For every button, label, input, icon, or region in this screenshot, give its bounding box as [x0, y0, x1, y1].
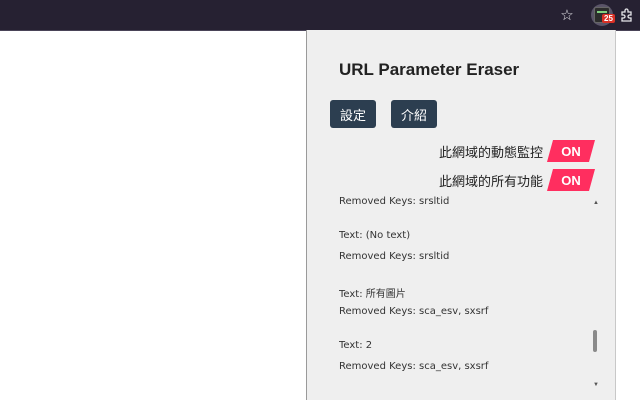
about-button[interactable]: 介紹 [391, 100, 437, 128]
log-scrollbar[interactable]: ▲ ▼ [593, 200, 599, 388]
log-line: Removed Keys: sca_esv, sxsrf [339, 361, 489, 372]
puzzle-icon[interactable] [618, 5, 636, 25]
log-line: Text: 2 [339, 340, 373, 351]
extension-popup: URL Parameter Eraser 設定 介紹 此網域的動態監控 ON 此… [306, 30, 616, 400]
scrollbar-thumb[interactable] [593, 330, 597, 352]
browser-toolbar: ☆ 25 [0, 0, 640, 31]
extension-badge: 25 [602, 14, 615, 23]
dynamic-monitoring-label: 此網域的動態監控 [438, 145, 543, 161]
all-features-toggle[interactable]: ON [547, 169, 595, 191]
toggle-row-dynamic-monitoring: 此網域的動態監控 ON [439, 140, 595, 162]
log-line: Text: 所有圖片 [339, 289, 406, 300]
bookmark-star-icon[interactable]: ☆ [558, 5, 576, 25]
all-features-label: 此網域的所有功能 [438, 174, 543, 190]
log-line: Removed Keys: srsltid [339, 196, 450, 207]
log-line: Removed Keys: sca_esv, sxsrf [339, 306, 489, 317]
log-line: Removed Keys: srsltid [339, 251, 450, 262]
settings-button[interactable]: 設定 [330, 100, 376, 128]
popup-title: URL Parameter Eraser [339, 60, 520, 79]
log-line: Text: (No text) [339, 230, 411, 241]
activity-log: Removed Keys: srsltid Text: (No text) Re… [339, 194, 597, 400]
dynamic-monitoring-toggle[interactable]: ON [547, 140, 595, 162]
scroll-up-icon[interactable]: ▲ [593, 200, 599, 206]
extension-button[interactable]: 25 [591, 4, 615, 26]
scroll-down-icon[interactable]: ▼ [593, 382, 599, 388]
toggle-row-all-features: 此網域的所有功能 ON [439, 169, 595, 191]
